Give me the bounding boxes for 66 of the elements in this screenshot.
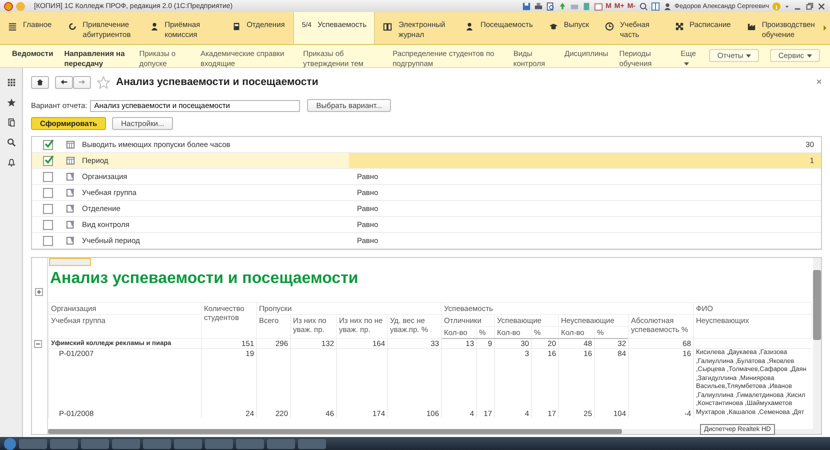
graduation-cap-icon [548,22,558,31]
checkbox[interactable] [42,140,52,150]
restore-icon[interactable] [805,2,814,10]
filter-icon [66,204,75,213]
vertical-scrollbar[interactable] [813,258,821,434]
preview-icon[interactable] [546,2,555,10]
filter-icon [66,188,75,197]
start-button[interactable] [4,438,16,450]
taskbar-button[interactable] [81,438,109,448]
user-icon [662,2,672,10]
bell-icon[interactable] [6,158,16,167]
scroll-right-icon[interactable] [822,24,827,32]
star-icon[interactable] [6,98,16,107]
panels-icon[interactable] [650,2,660,10]
book-icon [383,22,392,31]
taskbar-button[interactable] [143,438,171,448]
factory-icon [746,22,756,31]
checkbox[interactable] [42,220,52,230]
door-icon [232,22,241,31]
zoom-icon[interactable] [638,2,648,10]
clock-icon [605,22,614,31]
caret-icon [684,62,689,66]
close-button[interactable]: × [816,76,822,88]
taskbar-button[interactable] [19,438,47,448]
taskbar-button[interactable] [236,438,264,448]
app-logo-icon [4,2,13,10]
report-title: Анализ успеваемости и посещаемости [49,269,360,289]
checkbox[interactable] [42,188,52,198]
taskbar-button[interactable] [267,438,295,448]
info-icon[interactable] [772,2,781,10]
taskbar-button[interactable] [298,438,326,448]
taskbar-button[interactable] [174,438,202,448]
taskbar-button[interactable] [112,438,140,448]
refresh-icon [68,22,77,31]
taskbar-button[interactable] [50,438,78,448]
person-icon [465,22,474,31]
filter-icon [66,236,75,245]
history-icon[interactable] [6,118,16,127]
caret-icon [807,54,812,58]
checkbox[interactable] [42,204,52,214]
home-button[interactable] [31,76,49,88]
print-icon[interactable] [534,2,543,10]
form-title: Анализ успеваемости и посещаемости [116,76,318,88]
menu-circle-icon[interactable] [16,2,25,10]
menu-icon [8,22,17,31]
search-icon[interactable] [6,138,16,147]
back-button[interactable] [55,76,73,88]
back-arrow-icon [60,78,68,86]
checkbox[interactable] [42,236,52,246]
apps-grid-icon[interactable] [6,78,16,87]
star-icon[interactable] [97,76,110,88]
filter-icon [66,220,75,229]
taskbar-button[interactable] [205,438,233,448]
close-icon[interactable] [817,2,826,10]
person-icon [150,22,159,31]
expand-icon[interactable] [35,288,43,296]
home-icon [36,78,44,86]
checkbox[interactable] [42,172,52,182]
forward-arrow-icon [78,78,86,86]
caret-icon [746,54,752,58]
save-icon[interactable] [522,2,531,10]
filter-icon [66,172,75,181]
collapse-icon[interactable] [34,340,42,348]
checkbox[interactable] [42,156,52,166]
grid-icon [674,22,684,31]
selected-cell[interactable] [49,258,91,266]
